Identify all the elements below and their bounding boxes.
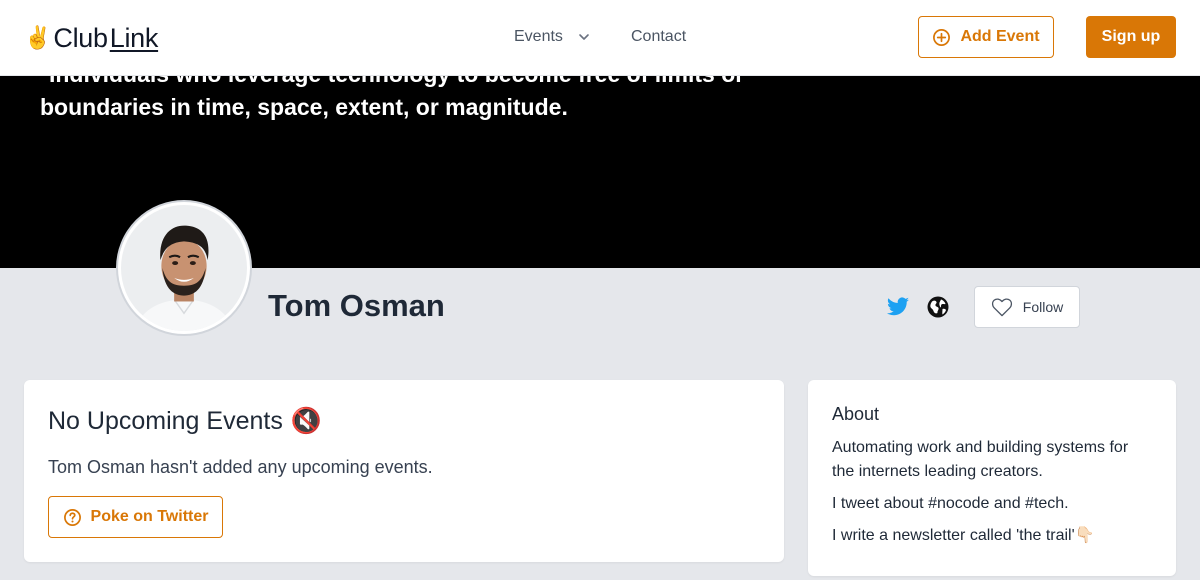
events-empty-message: Tom Osman hasn't added any upcoming even… xyxy=(48,457,433,477)
banner-quote-line-2: boundaries in time, space, extent, or ma… xyxy=(40,94,568,120)
logo-text-link: Link xyxy=(109,22,159,53)
about-heading: About xyxy=(832,404,880,424)
question-circle-icon xyxy=(63,508,81,526)
logo-text-club: Club xyxy=(53,22,108,53)
profile-name: Tom Osman xyxy=(268,288,445,323)
twitter-profile-link[interactable] xyxy=(886,295,910,319)
about-line: Automating work and building systems for… xyxy=(832,439,1129,480)
banner-quote-line-1: *Individuals who leverage technology to … xyxy=(40,76,860,91)
website-link[interactable] xyxy=(926,295,950,319)
poke-label: Poke on Twitter xyxy=(90,508,209,525)
globe-icon xyxy=(927,296,949,318)
banner-quote: *Individuals who leverage technology to … xyxy=(40,76,860,124)
heart-icon xyxy=(991,298,1012,317)
plus-circle-icon xyxy=(933,28,951,46)
chevron-down-icon xyxy=(579,34,589,40)
add-event-button[interactable]: Add Event xyxy=(918,16,1054,58)
upcoming-events-card: No Upcoming Events 🔇 Tom Osman hasn't ad… xyxy=(24,380,784,562)
profile-avatar xyxy=(116,200,252,336)
muted-speaker-icon: 🔇 xyxy=(290,407,322,435)
follow-button[interactable]: Follow xyxy=(974,286,1080,328)
about-card: About Automating work and building syste… xyxy=(808,380,1176,576)
events-heading: No Upcoming Events 🔇 xyxy=(48,404,322,438)
nav-contact-link[interactable]: Contact xyxy=(631,26,686,48)
clublink-logo[interactable]: ✌️ Club Link xyxy=(24,20,158,56)
follow-label: Follow xyxy=(1022,299,1064,315)
victory-hand-icon: ✌️ xyxy=(24,25,52,50)
nav-events-label: Events xyxy=(514,28,563,45)
about-line: I write a newsletter called 'the trail'👇… xyxy=(832,527,1095,544)
poke-on-twitter-button[interactable]: Poke on Twitter xyxy=(48,496,223,538)
sign-up-button[interactable]: Sign up xyxy=(1086,16,1176,58)
nav-events-dropdown[interactable]: Events xyxy=(514,26,591,48)
add-event-label: Add Event xyxy=(960,28,1040,45)
about-line: I tweet about #nocode and #tech. xyxy=(832,495,1069,512)
avatar-photo xyxy=(121,205,247,331)
about-bio: Automating work and building systems for… xyxy=(832,436,1152,556)
site-header: ✌️ Club Link Events Contact Add Event Sig… xyxy=(0,0,1200,76)
twitter-icon xyxy=(887,297,909,316)
events-heading-text: No Upcoming Events xyxy=(48,407,283,435)
